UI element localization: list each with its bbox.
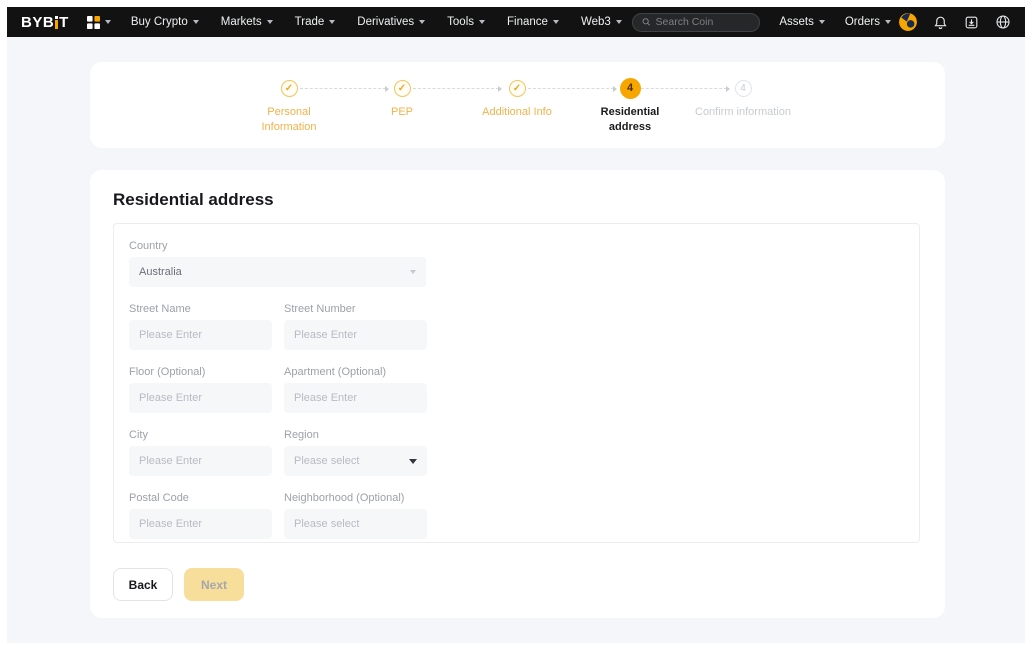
neighborhood-select[interactable]: Please select: [284, 509, 427, 539]
nav-web3[interactable]: Web3: [581, 16, 622, 28]
chevron-down-icon: [479, 20, 485, 24]
chevron-down-icon: [409, 459, 417, 464]
step-number-badge: 4: [735, 80, 752, 97]
chevron-down-icon: [105, 20, 111, 24]
user-avatar[interactable]: [899, 13, 917, 31]
nav-right-group: Assets Orders: [779, 13, 1011, 31]
apartment-input[interactable]: [284, 383, 427, 413]
step-label: PEP: [352, 105, 452, 120]
neighborhood-label: Neighborhood (Optional): [284, 492, 427, 504]
postal-neighborhood-row: Postal Code Neighborhood (Optional) Plea…: [129, 492, 919, 539]
country-value: Australia: [139, 266, 182, 278]
city-region-row: City Region Please select: [129, 429, 919, 476]
step-check-icon: ✓: [281, 80, 298, 97]
chevron-down-icon: [553, 20, 559, 24]
notifications-button[interactable]: [933, 15, 948, 30]
apartment-label: Apartment (Optional): [284, 366, 427, 378]
region-field-group: Region Please select: [284, 429, 427, 476]
postal-code-input[interactable]: [129, 509, 272, 539]
region-placeholder: Please select: [294, 455, 359, 467]
step-check-icon: ✓: [509, 80, 526, 97]
step-confirm-information: 4 Confirm information: [693, 77, 793, 120]
kyc-stepper: ✓ Personal Information ✓ PEP ✓ Additiona…: [90, 62, 945, 148]
bell-icon: [933, 15, 948, 30]
step-pep: ✓ PEP: [352, 77, 452, 120]
street-name-label: Street Name: [129, 303, 272, 315]
neighborhood-field-group: Neighborhood (Optional) Please select: [284, 492, 427, 539]
globe-icon: [995, 14, 1011, 30]
neighborhood-placeholder: Please select: [294, 518, 359, 530]
street-number-input[interactable]: [284, 320, 427, 350]
step-label: Confirm information: [693, 105, 793, 120]
country-field-group: Country Australia: [129, 240, 919, 287]
language-button[interactable]: [995, 14, 1011, 30]
country-label: Country: [129, 240, 919, 252]
chevron-down-icon: [885, 20, 891, 24]
step-additional-info: ✓ Additional Info: [467, 77, 567, 120]
bybit-logo[interactable]: BYB T: [21, 14, 69, 31]
chevron-down-icon: [419, 20, 425, 24]
page-title: Residential address: [113, 190, 274, 210]
street-number-label: Street Number: [284, 303, 427, 315]
city-field-group: City: [129, 429, 272, 476]
chevron-down-icon: [193, 20, 199, 24]
apartment-field-group: Apartment (Optional): [284, 366, 427, 413]
apps-grid-icon: [87, 16, 100, 29]
search-icon: [642, 17, 651, 27]
step-number-badge: 4: [620, 78, 641, 99]
nav-trade[interactable]: Trade: [295, 16, 336, 28]
download-app-button[interactable]: [964, 15, 979, 30]
city-input[interactable]: [129, 446, 272, 476]
chevron-down-icon: [329, 20, 335, 24]
apps-grid-menu[interactable]: [87, 16, 111, 29]
nav-tools[interactable]: Tools: [447, 16, 485, 28]
step-residential-address: 4 Residential address: [580, 77, 680, 135]
nav-buy-crypto[interactable]: Buy Crypto: [131, 16, 199, 28]
floor-input[interactable]: [129, 383, 272, 413]
country-select[interactable]: Australia: [129, 257, 426, 287]
step-label: Residential address: [580, 105, 680, 135]
chevron-down-icon: [410, 270, 416, 274]
browser-viewport: BYB T Buy Crypto Markets Trade Derivativ…: [7, 7, 1025, 643]
step-personal-information: ✓ Personal Information: [239, 77, 339, 135]
step-label: Additional Info: [467, 105, 567, 120]
download-icon: [964, 15, 979, 30]
chevron-down-icon: [616, 20, 622, 24]
chevron-down-icon: [819, 20, 825, 24]
postal-code-label: Postal Code: [129, 492, 272, 504]
nav-derivatives[interactable]: Derivatives: [357, 16, 425, 28]
chevron-down-icon: [267, 20, 273, 24]
logo-i-mark: [55, 16, 58, 29]
search-input[interactable]: [656, 16, 750, 28]
address-form-panel: Country Australia Street Name Street Num…: [113, 223, 920, 543]
street-row: Street Name Street Number: [129, 303, 919, 350]
step-label: Personal Information: [239, 105, 339, 135]
residential-address-card: Residential address Country Australia St…: [90, 170, 945, 618]
logo-text-left: BYB: [21, 14, 54, 31]
floor-field-group: Floor (Optional): [129, 366, 272, 413]
back-button[interactable]: Back: [113, 568, 173, 601]
region-label: Region: [284, 429, 427, 441]
search-coin-box[interactable]: [632, 13, 760, 32]
step-check-icon: ✓: [394, 80, 411, 97]
city-label: City: [129, 429, 272, 441]
nav-finance[interactable]: Finance: [507, 16, 559, 28]
postal-code-field-group: Postal Code: [129, 492, 272, 539]
floor-label: Floor (Optional): [129, 366, 272, 378]
logo-text-right: T: [59, 14, 69, 31]
floor-apartment-row: Floor (Optional) Apartment (Optional): [129, 366, 919, 413]
avatar-icon: [899, 13, 917, 31]
street-name-field-group: Street Name: [129, 303, 272, 350]
top-nav: BYB T Buy Crypto Markets Trade Derivativ…: [7, 7, 1025, 37]
nav-markets[interactable]: Markets: [221, 16, 273, 28]
next-button[interactable]: Next: [184, 568, 244, 601]
nav-assets[interactable]: Assets: [779, 16, 825, 28]
region-select[interactable]: Please select: [284, 446, 427, 476]
street-number-field-group: Street Number: [284, 303, 427, 350]
page-content: ✓ Personal Information ✓ PEP ✓ Additiona…: [7, 37, 1025, 643]
nav-orders[interactable]: Orders: [845, 16, 891, 28]
street-name-input[interactable]: [129, 320, 272, 350]
